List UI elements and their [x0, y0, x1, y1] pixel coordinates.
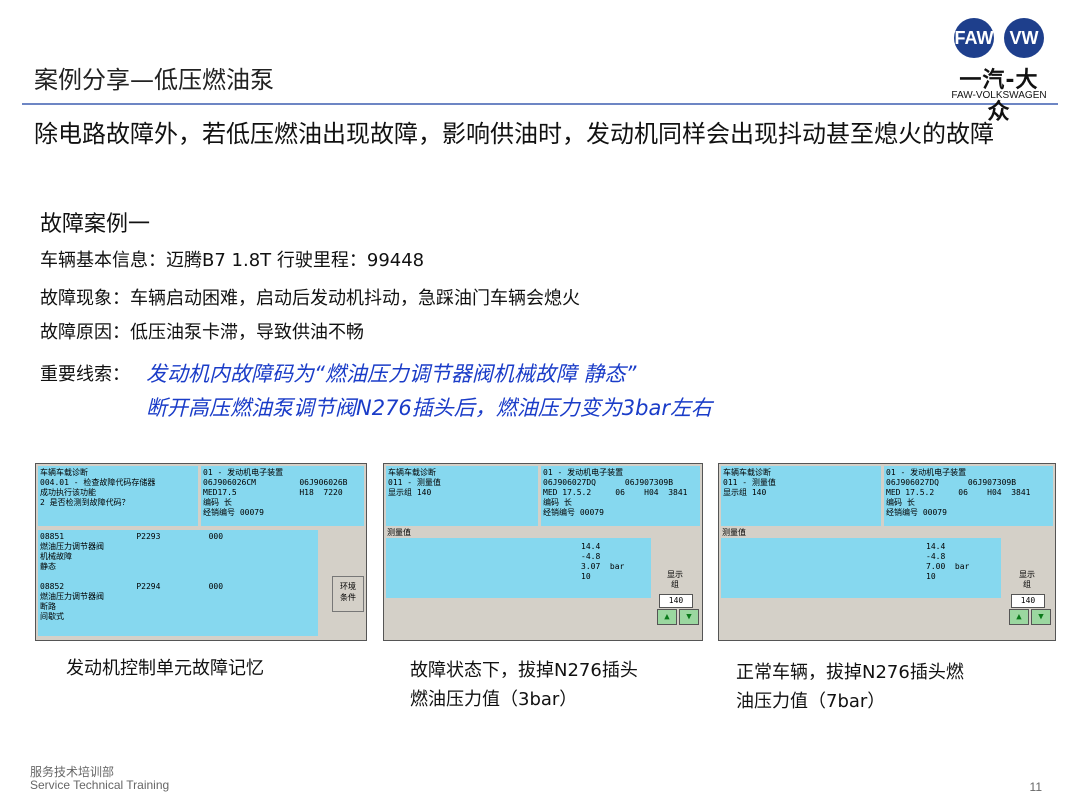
measurement-values: 14.4 -4.8 7.00 bar 10 [926, 542, 970, 581]
cause-text: 故障原因：低压油泵卡滞，导致供油不畅 [40, 322, 364, 343]
slide-title: 案例分享—低压燃油泵 [34, 66, 274, 94]
clue-line-2: 断开高压燃油泵调节阀N276插头后，燃油压力变为3bar左右 [146, 396, 712, 420]
group-down-arrow-icon[interactable]: ▼ [1031, 609, 1051, 625]
measurement-label: 测量值 [387, 528, 411, 537]
environment-conditions-button[interactable]: 环境 条件 [332, 576, 364, 612]
display-group-input[interactable]: 140 [659, 594, 693, 608]
footer-department-en: Service Technical Training [30, 778, 170, 792]
measurement-values-box: 14.4 -4.8 3.07 bar 10 [386, 538, 651, 598]
logo-en-text: FAW-VOLKSWAGEN [951, 90, 1047, 101]
panel-header-left: 车辆车载诊断 011 - 测量值 显示组 140 [721, 466, 881, 526]
case-title: 故障案例一 [40, 212, 151, 237]
vw-logo-icon: VW [1004, 18, 1044, 58]
vehicle-info: 车辆基本信息：迈腾B7 1.8T 行驶里程：99448 [40, 250, 425, 271]
measurement-7bar-screenshot: 车辆车载诊断 011 - 测量值 显示组 140 01 - 发动机电子装置 06… [718, 463, 1056, 641]
caption-7bar: 正常车辆，拔掉N276插头燃 油压力值（7bar） [736, 662, 964, 712]
fault-memory-screenshot: 车辆车载诊断 004.01 - 检查故障代码存储器 成功执行该功能 2 是否检测… [35, 463, 367, 641]
panel-header-left: 车辆车载诊断 004.01 - 检查故障代码存储器 成功执行该功能 2 是否检测… [38, 466, 198, 526]
panel-header-right: 01 - 发动机电子装置 06J906026CM 06J906026B MED1… [201, 466, 364, 526]
panel-header-right-text: 01 - 发动机电子装置 06J906026CM 06J906026B MED1… [203, 468, 348, 517]
display-group-input[interactable]: 140 [1011, 594, 1045, 608]
fault-code-text: 08851 P2293 000 燃油压力调节器阀 机械故障 静态 08852 P… [40, 532, 224, 621]
page-number: 11 [1029, 780, 1042, 794]
caption-3bar: 故障状态下，拔掉N276插头 燃油压力值（3bar） [410, 660, 638, 710]
panel-header-right-text: 01 - 发动机电子装置 06J906027DQ 06J907309B MED … [543, 468, 688, 517]
panel-header-left: 车辆车载诊断 011 - 测量值 显示组 140 [386, 466, 538, 526]
measurement-label: 测量值 [722, 528, 746, 537]
panel-header-left-text: 车辆车载诊断 011 - 测量值 显示组 140 [388, 468, 441, 497]
faw-logo-icon: FAW [954, 18, 994, 58]
panel-header-right: 01 - 发动机电子装置 06J906027DQ 06J907309B MED … [541, 466, 700, 526]
panel-header-right-text: 01 - 发动机电子装置 06J906027DQ 06J907309B MED … [886, 468, 1031, 517]
faw-symbol: FAW [954, 28, 994, 48]
caption-fault-memory: 发动机控制单元故障记忆 [66, 658, 264, 679]
fault-code-list: 08851 P2293 000 燃油压力调节器阀 机械故障 静态 08852 P… [38, 530, 318, 636]
panel-header-right: 01 - 发动机电子装置 06J906027DQ 06J907309B MED … [884, 466, 1053, 526]
measurement-3bar-screenshot: 车辆车载诊断 011 - 测量值 显示组 140 01 - 发动机电子装置 06… [383, 463, 703, 641]
group-up-arrow-icon[interactable]: ▲ [1009, 609, 1029, 625]
intro-text: 除电路故障外，若低压燃油出现故障，影响供油时，发动机同样会出现抖动甚至熄火的故障 [34, 120, 994, 148]
group-up-arrow-icon[interactable]: ▲ [657, 609, 677, 625]
group-down-arrow-icon[interactable]: ▼ [679, 609, 699, 625]
clue-label: 重要线索： [40, 364, 130, 385]
brand-logo: FAW VW 一汽-大众 FAW-VOLKSWAGEN [950, 18, 1048, 125]
measurement-values: 14.4 -4.8 3.07 bar 10 [581, 542, 625, 581]
display-group-label: 显示 组 [1019, 570, 1035, 589]
vw-symbol: VW [1009, 28, 1039, 48]
panel-header-left-text: 车辆车载诊断 011 - 测量值 显示组 140 [723, 468, 776, 497]
symptom-text: 故障现象：车辆启动困难，启动后发动机抖动，急踩油门车辆会熄火 [40, 288, 580, 309]
measurement-values-box: 14.4 -4.8 7.00 bar 10 [721, 538, 1001, 598]
panel-header-left-text: 车辆车载诊断 004.01 - 检查故障代码存储器 成功执行该功能 2 是否检测… [40, 468, 156, 507]
display-group-label: 显示 组 [667, 570, 683, 589]
title-underline [22, 103, 1058, 105]
clue-line-1: 发动机内故障码为“燃油压力调节器阀机械故障 静态” [146, 362, 637, 386]
